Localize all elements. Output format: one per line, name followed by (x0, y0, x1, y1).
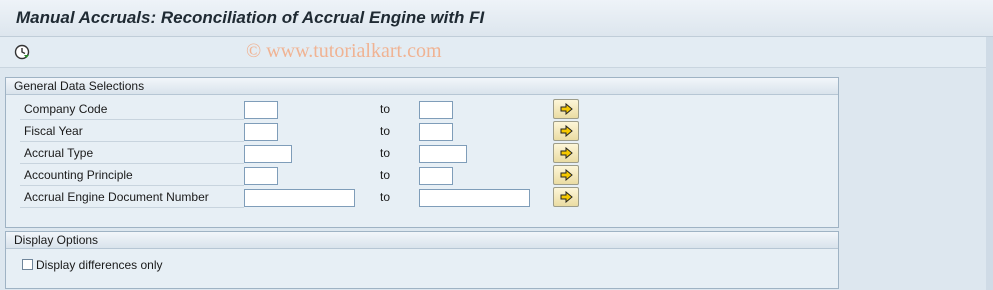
page-title: Manual Accruals: Reconciliation of Accru… (16, 8, 485, 27)
selection-row-accounting-principle: Accounting Principle to (6, 165, 838, 187)
field-label: Accrual Type (20, 143, 244, 164)
company-code-from-input[interactable] (244, 101, 278, 119)
execute-button[interactable] (12, 43, 32, 61)
field-label: Company Code (20, 99, 244, 120)
arrow-right-icon (560, 103, 573, 115)
application-toolbar (0, 37, 993, 68)
group-header: Display Options (6, 232, 838, 249)
accrual-type-from-input[interactable] (244, 145, 292, 163)
selection-row-accrual-type: Accrual Type to (6, 143, 838, 165)
display-differences-checkbox[interactable] (22, 259, 33, 270)
selection-row-document-number: Accrual Engine Document Number to (6, 187, 838, 209)
fiscal-year-from-input[interactable] (244, 123, 278, 141)
to-label: to (380, 124, 391, 138)
to-label: to (380, 146, 391, 160)
arrow-right-icon (560, 147, 573, 159)
multiple-selection-button[interactable] (553, 99, 579, 119)
title-bar: Manual Accruals: Reconciliation of Accru… (0, 0, 993, 37)
multiple-selection-button[interactable] (553, 121, 579, 141)
document-number-from-input[interactable] (244, 189, 355, 207)
field-label: Accrual Engine Document Number (20, 187, 244, 208)
accrual-type-to-input[interactable] (419, 145, 467, 163)
company-code-to-input[interactable] (419, 101, 453, 119)
execute-clock-icon (14, 44, 30, 60)
accounting-principle-from-input[interactable] (244, 167, 278, 185)
accounting-principle-to-input[interactable] (419, 167, 453, 185)
checkbox-label: Display differences only (36, 258, 163, 272)
arrow-right-icon (560, 191, 573, 203)
arrow-right-icon (560, 125, 573, 137)
field-label: Fiscal Year (20, 121, 244, 142)
fiscal-year-to-input[interactable] (419, 123, 453, 141)
arrow-right-icon (560, 169, 573, 181)
document-number-to-input[interactable] (419, 189, 530, 207)
group-header: General Data Selections (6, 78, 838, 95)
to-label: to (380, 168, 391, 182)
selection-row-company-code: Company Code to (6, 99, 838, 121)
watermark: © www.tutorialkart.com (246, 40, 442, 62)
multiple-selection-button[interactable] (553, 187, 579, 207)
multiple-selection-button[interactable] (553, 165, 579, 185)
display-options-group: Display Options Display differences only (5, 231, 839, 289)
general-data-selections-group: General Data Selections Company Code to … (5, 77, 839, 228)
to-label: to (380, 102, 391, 116)
to-label: to (380, 190, 391, 204)
multiple-selection-button[interactable] (553, 143, 579, 163)
selection-row-fiscal-year: Fiscal Year to (6, 121, 838, 143)
field-label: Accounting Principle (20, 165, 244, 186)
scrollbar-track[interactable] (986, 37, 993, 290)
